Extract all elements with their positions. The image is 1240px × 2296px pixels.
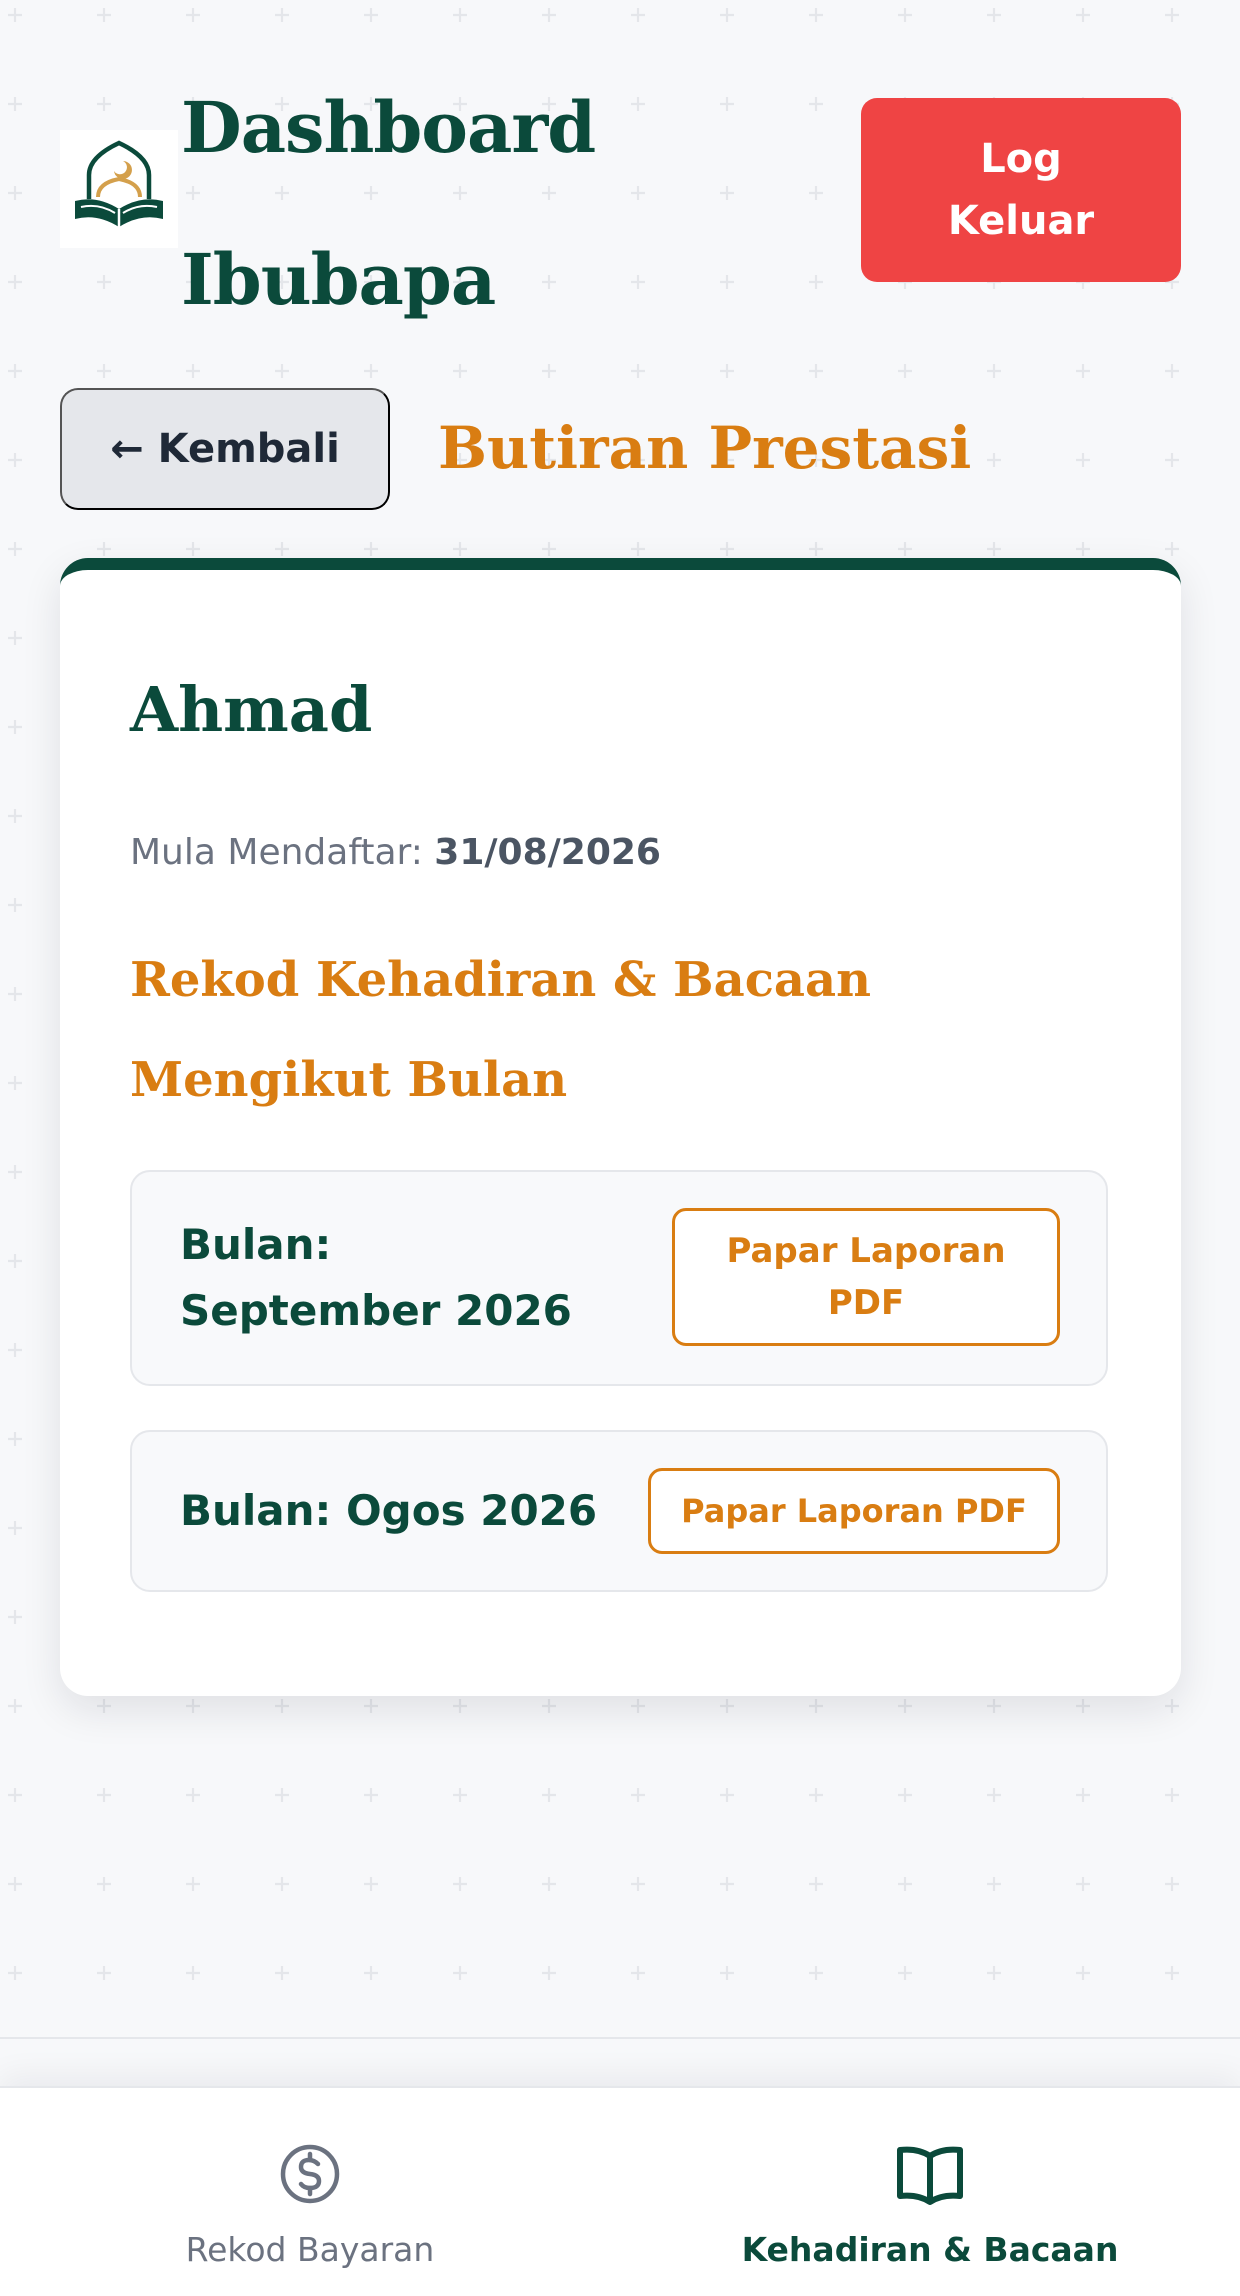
student-performance-card: Ahmad Mula Mendaftar: 31/08/2026 Rekod K… <box>60 558 1181 1696</box>
dollar-circle-icon <box>278 2138 342 2210</box>
view-pdf-report-button[interactable]: Papar Laporan PDF <box>648 1468 1060 1554</box>
enrolment-info: Mula Mendaftar: 31/08/2026 <box>130 832 661 873</box>
nav-label: Kehadiran & Bacaan <box>741 2230 1119 2269</box>
bottom-navigation: Rekod Bayaran Kehadiran & Bacaan <box>0 2086 1240 2296</box>
nav-item-payment-records[interactable]: Rekod Bayaran <box>0 2088 620 2296</box>
back-button[interactable]: ← Kembali <box>60 388 390 510</box>
divider <box>0 2037 1240 2039</box>
enrolment-date: 31/08/2026 <box>434 832 661 873</box>
page-title: Dashboard Ibubapa <box>181 86 596 321</box>
month-record-row: Bulan: Ogos 2026 Papar Laporan PDF <box>130 1430 1108 1592</box>
records-heading: Rekod Kehadiran & Bacaan Mengikut Bulan <box>130 952 872 1108</box>
month-record-row: Bulan: September 2026 Papar Laporan PDF <box>130 1170 1108 1386</box>
month-label: Bulan: September 2026 <box>180 1220 572 1335</box>
section-title: Butiran Prestasi <box>438 414 972 482</box>
view-pdf-report-button[interactable]: Papar Laporan PDF <box>672 1208 1060 1346</box>
mosque-book-logo <box>60 130 178 248</box>
enrolment-label: Mula Mendaftar: <box>130 832 423 873</box>
month-label: Bulan: Ogos 2026 <box>180 1486 598 1535</box>
nav-label: Rekod Bayaran <box>185 2230 435 2269</box>
open-book-icon <box>894 2138 966 2210</box>
logout-button[interactable]: Log Keluar <box>861 98 1181 282</box>
student-name: Ahmad <box>130 673 373 746</box>
nav-item-attendance-reading[interactable]: Kehadiran & Bacaan <box>620 2088 1240 2296</box>
